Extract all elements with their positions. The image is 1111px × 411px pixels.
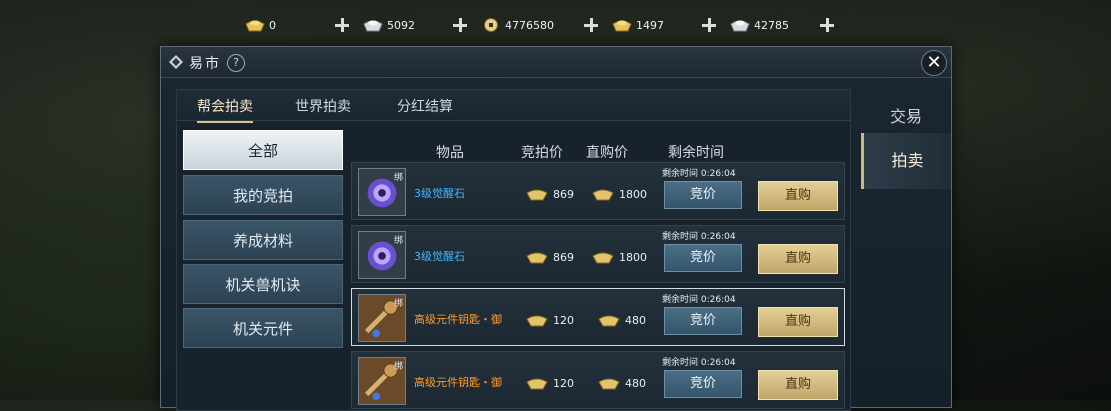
- category-all[interactable]: 全部: [183, 130, 343, 170]
- category-my-bids[interactable]: 我的竞拍: [183, 175, 343, 215]
- silver-ingot-icon: [363, 20, 383, 32]
- bound-tag: 绑: [393, 173, 403, 183]
- bid-price: 120: [526, 376, 574, 390]
- bid-price-value: 869: [553, 187, 574, 201]
- gold-ingot-icon: [612, 20, 632, 32]
- currency-copper: 4776580: [481, 18, 554, 32]
- buy-now-button[interactable]: 直购: [758, 307, 838, 337]
- gold-ingot-icon: [598, 315, 620, 327]
- bound-tag: 绑: [393, 236, 403, 246]
- gold-ingot-icon: [592, 189, 614, 201]
- bid-price: 869: [526, 250, 574, 264]
- header-buy-price: 直购价: [586, 145, 628, 161]
- item-name: 高级元件钥匙・御: [414, 313, 502, 326]
- currency-value: 42785: [754, 18, 789, 32]
- buy-price-value: 480: [625, 376, 646, 390]
- header-item: 物品: [436, 145, 464, 161]
- buy-now-button[interactable]: 直购: [758, 181, 838, 211]
- bound-tag: 绑: [393, 362, 403, 372]
- gold-ingot-icon: [245, 20, 265, 32]
- bid-price-value: 869: [553, 250, 574, 264]
- side-tab-auction[interactable]: 拍卖: [861, 133, 951, 189]
- currency-gold: 0: [245, 18, 305, 32]
- tab-dividend-settlement[interactable]: 分红结算: [397, 96, 453, 116]
- item-thumbnail[interactable]: 绑: [358, 357, 406, 405]
- header-bid-price: 竞拍价: [521, 145, 563, 161]
- buy-price: 480: [598, 313, 646, 327]
- currency-bar: 0 5092 4776580 1497 42785: [245, 12, 834, 38]
- table-row-selected[interactable]: 绑 高级元件钥匙・御 120 480 剩余时间 0:26:04 竞价 直购: [351, 288, 845, 346]
- item-thumbnail[interactable]: 绑: [358, 231, 406, 279]
- gold-ingot-icon: [592, 252, 614, 264]
- window-title: 易市: [189, 56, 221, 72]
- side-tab-bar: 交易 拍卖: [861, 89, 951, 409]
- buy-now-button[interactable]: 直购: [758, 244, 838, 274]
- gold-ingot-icon: [526, 315, 548, 327]
- category-beast-tactics[interactable]: 机关兽机诀: [183, 264, 343, 304]
- table-row[interactable]: 绑 3级觉醒石 869 1800 剩余时间 0:26:04 竞价 直购: [351, 225, 845, 283]
- item-name: 3级觉醒石: [414, 250, 465, 263]
- buy-price: 480: [598, 376, 646, 390]
- add-currency-button[interactable]: [702, 18, 716, 32]
- close-button[interactable]: ✕: [921, 50, 947, 76]
- silver-ingot-icon: [730, 20, 750, 32]
- buy-price-value: 1800: [619, 250, 647, 264]
- add-currency-button[interactable]: [584, 18, 598, 32]
- gold-ingot-icon: [598, 378, 620, 390]
- remaining-time: 剩余时间 0:26:04: [662, 169, 736, 179]
- currency-silver-bound: 42785: [730, 18, 790, 32]
- table-row[interactable]: 绑 3级觉醒石 869 1800 剩余时间 0:26:04 竞价 直购: [351, 162, 845, 220]
- bid-price: 869: [526, 187, 574, 201]
- subtab-bar: 帮会拍卖 世界拍卖 分红结算: [177, 90, 850, 123]
- bid-button[interactable]: 竞价: [664, 181, 742, 209]
- table-row[interactable]: 绑 高级元件钥匙・御 120 480 剩余时间 0:26:04 竞价 直购: [351, 351, 845, 409]
- buy-price: 1800: [592, 250, 647, 264]
- item-thumbnail[interactable]: 绑: [358, 168, 406, 216]
- add-currency-button[interactable]: [453, 18, 467, 32]
- window-titlebar: 易市 ?: [161, 47, 951, 78]
- remaining-time: 剩余时间 0:26:04: [662, 358, 736, 368]
- category-materials[interactable]: 养成材料: [183, 220, 343, 260]
- buy-price-value: 480: [625, 313, 646, 327]
- item-name: 3级觉醒石: [414, 187, 465, 200]
- gold-ingot-icon: [526, 189, 548, 201]
- bid-price: 120: [526, 313, 574, 327]
- category-components[interactable]: 机关元件: [183, 308, 343, 348]
- currency-value: 5092: [387, 18, 415, 32]
- gold-ingot-icon: [526, 252, 548, 264]
- currency-silver: 5092: [363, 18, 423, 32]
- remaining-time: 剩余时间 0:26:04: [662, 295, 736, 305]
- currency-value: 4776580: [505, 18, 554, 32]
- bid-button[interactable]: 竞价: [664, 370, 742, 398]
- buy-price-value: 1800: [619, 187, 647, 201]
- tab-guild-auction[interactable]: 帮会拍卖: [197, 96, 253, 123]
- gold-ingot-icon: [526, 378, 548, 390]
- bid-price-value: 120: [553, 376, 574, 390]
- auction-panel: 帮会拍卖 世界拍卖 分红结算 全部 我的竞拍 养成材料 机关兽机诀 机关元件 物…: [176, 89, 851, 411]
- help-button[interactable]: ?: [227, 54, 245, 72]
- close-icon: ✕: [926, 52, 942, 73]
- buy-now-button[interactable]: 直购: [758, 370, 838, 400]
- bound-tag: 绑: [393, 299, 403, 309]
- remaining-time: 剩余时间 0:26:04: [662, 232, 736, 242]
- copper-coin-icon: [484, 18, 498, 32]
- add-currency-button[interactable]: [335, 18, 349, 32]
- currency-gold-bound: 1497: [612, 18, 672, 32]
- tab-world-auction[interactable]: 世界拍卖: [295, 96, 351, 116]
- bid-button[interactable]: 竞价: [664, 244, 742, 272]
- market-window: 易市 ? ✕ 帮会拍卖 世界拍卖 分红结算 全部 我的竞拍 养成材料 机关兽机诀…: [160, 46, 952, 411]
- buy-price: 1800: [592, 187, 647, 201]
- bid-button[interactable]: 竞价: [664, 307, 742, 335]
- item-name: 高级元件钥匙・御: [414, 376, 502, 389]
- header-remaining: 剩余时间: [668, 145, 724, 161]
- item-thumbnail[interactable]: 绑: [358, 294, 406, 342]
- currency-value: 1497: [636, 18, 664, 32]
- currency-value: 0: [269, 18, 276, 32]
- add-currency-button[interactable]: [820, 18, 834, 32]
- market-emblem-icon: [169, 55, 183, 69]
- bid-price-value: 120: [553, 313, 574, 327]
